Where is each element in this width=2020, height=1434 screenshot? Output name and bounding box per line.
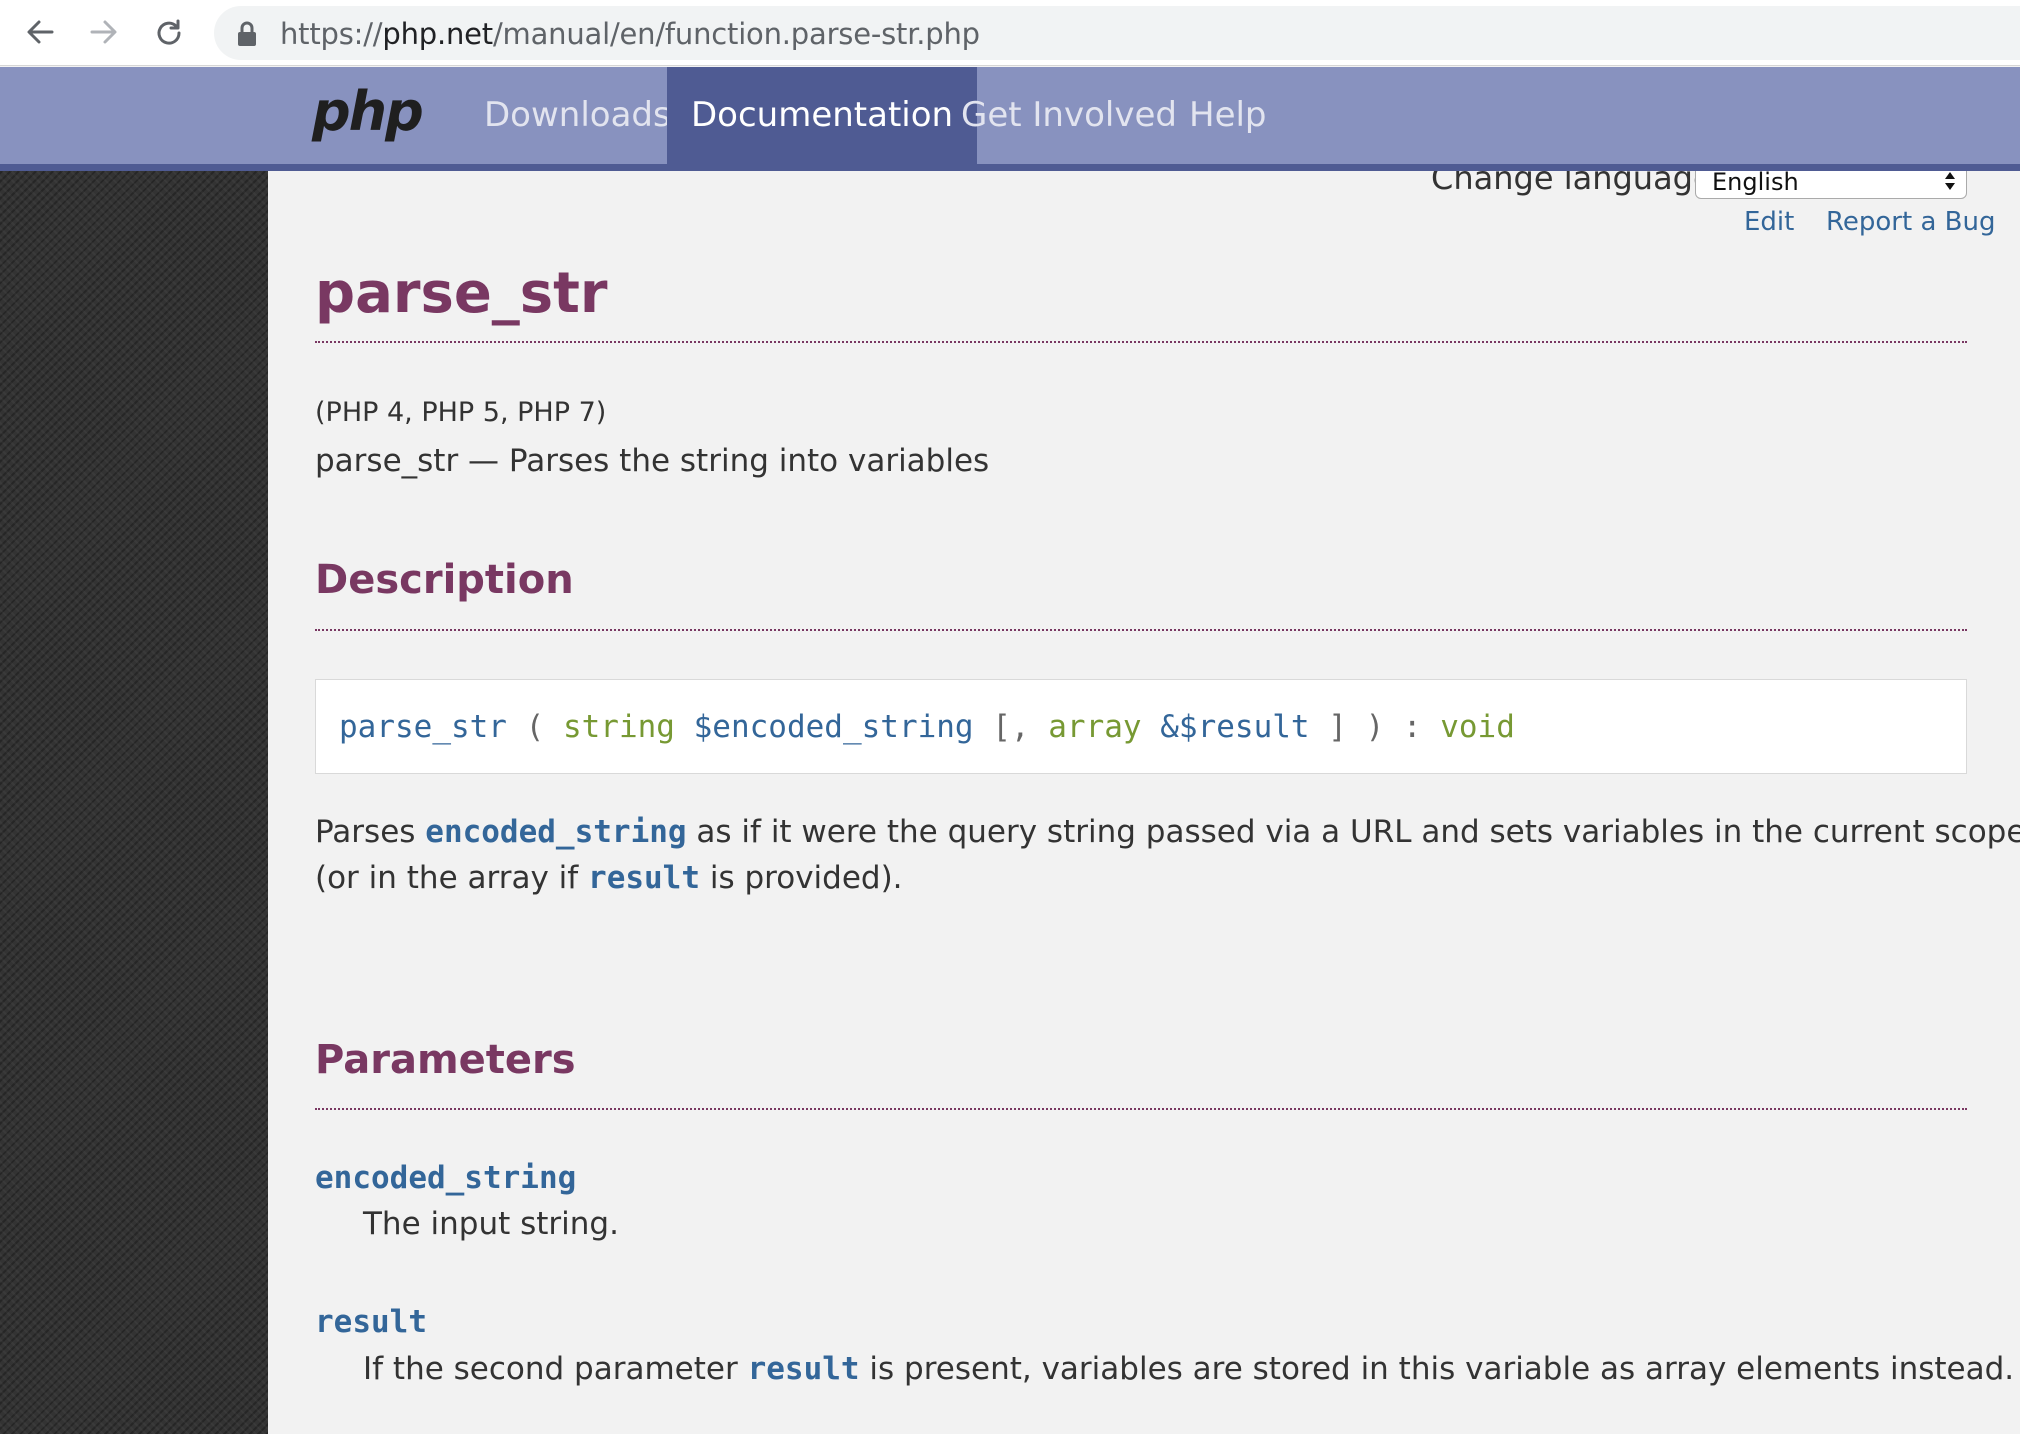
synopsis-optional-open: [, (973, 709, 1049, 745)
forward-button[interactable] (82, 10, 126, 54)
synopsis-function[interactable]: parse_str (339, 709, 507, 745)
description-paragraph-line1: Parses encoded_string as if it were the … (315, 808, 2020, 856)
param-ref-result: result (588, 860, 701, 896)
select-arrows-icon (1945, 172, 1955, 190)
param-desc-result: If the second parameter result is presen… (363, 1351, 2014, 1387)
para-text: (or in the array if (315, 860, 589, 896)
php-logo[interactable]: php (312, 80, 424, 143)
url-prefix: https:// (280, 17, 383, 51)
report-bug-link[interactable]: Report a Bug (1826, 207, 1995, 237)
param-desc-text: is present, variables are stored in this… (859, 1351, 2015, 1387)
synopsis-type-array[interactable]: array (1048, 709, 1141, 745)
parameters-heading: Parameters (315, 1037, 576, 1083)
url-path: /manual/en/function.parse-str.php (492, 17, 980, 51)
nav-get-involved[interactable]: Get Involved (937, 67, 1201, 164)
back-arrow-icon (27, 20, 54, 44)
main-content: Change language: English Edit Report a B… (268, 171, 2020, 1434)
forward-arrow-icon (90, 20, 117, 44)
url-host: php.net (382, 17, 493, 51)
nav-downloads[interactable]: Downloads (460, 67, 695, 164)
url-text[interactable]: https://php.net/manual/en/function.parse… (280, 17, 980, 51)
synopsis-close: ] ) : (1309, 709, 1441, 745)
language-selected-value: English (1712, 171, 1799, 196)
synopsis-open-paren: ( (506, 709, 563, 745)
parameters-divider (315, 1108, 1967, 1110)
description-heading: Description (315, 557, 574, 603)
synopsis-type-string[interactable]: string (563, 709, 675, 745)
change-language-label: Change language: (1431, 171, 1724, 197)
address-bar[interactable]: https://php.net/manual/en/function.parse… (214, 6, 2020, 60)
title-divider (315, 341, 1967, 343)
param-desc-encoded-string: The input string. (363, 1206, 619, 1242)
param-term-result: result (315, 1304, 427, 1340)
left-sidebar (0, 171, 268, 1434)
version-info: (PHP 4, PHP 5, PHP 7) (315, 397, 607, 428)
description-divider (315, 629, 1967, 631)
synopsis-param-encoded-string[interactable]: $encoded_string (694, 709, 974, 745)
nav-documentation[interactable]: Documentation (667, 67, 978, 164)
description-paragraph-line2: (or in the array if result is provided). (315, 854, 903, 902)
para-text: as if it were the query string passed vi… (686, 814, 2020, 850)
navbar-underline (0, 164, 2020, 171)
param-term-encoded-string: encoded_string (315, 1160, 577, 1196)
para-text: Parses (315, 814, 426, 850)
language-select[interactable]: English (1695, 171, 1967, 199)
synopsis-param-result[interactable]: &$result (1160, 709, 1309, 745)
edit-link[interactable]: Edit (1744, 207, 1794, 237)
method-synopsis: parse_str ( string $encoded_string [, ar… (315, 679, 1967, 774)
reload-icon (157, 19, 181, 45)
function-purpose: parse_str — Parses the string into varia… (315, 443, 990, 479)
para-text: is provided). (700, 860, 903, 896)
back-button[interactable] (18, 10, 62, 54)
reload-button[interactable] (146, 10, 190, 54)
nav-help[interactable]: Help (1165, 67, 1291, 164)
param-ref-result: result (747, 1351, 860, 1387)
synopsis-return-type[interactable]: void (1440, 709, 1515, 745)
lock-icon (238, 21, 256, 46)
page-title: parse_str (315, 261, 608, 326)
param-desc-text: If the second parameter (363, 1351, 748, 1387)
browser-toolbar: https://php.net/manual/en/function.parse… (0, 0, 2020, 66)
param-ref-encoded-string: encoded_string (425, 814, 687, 850)
